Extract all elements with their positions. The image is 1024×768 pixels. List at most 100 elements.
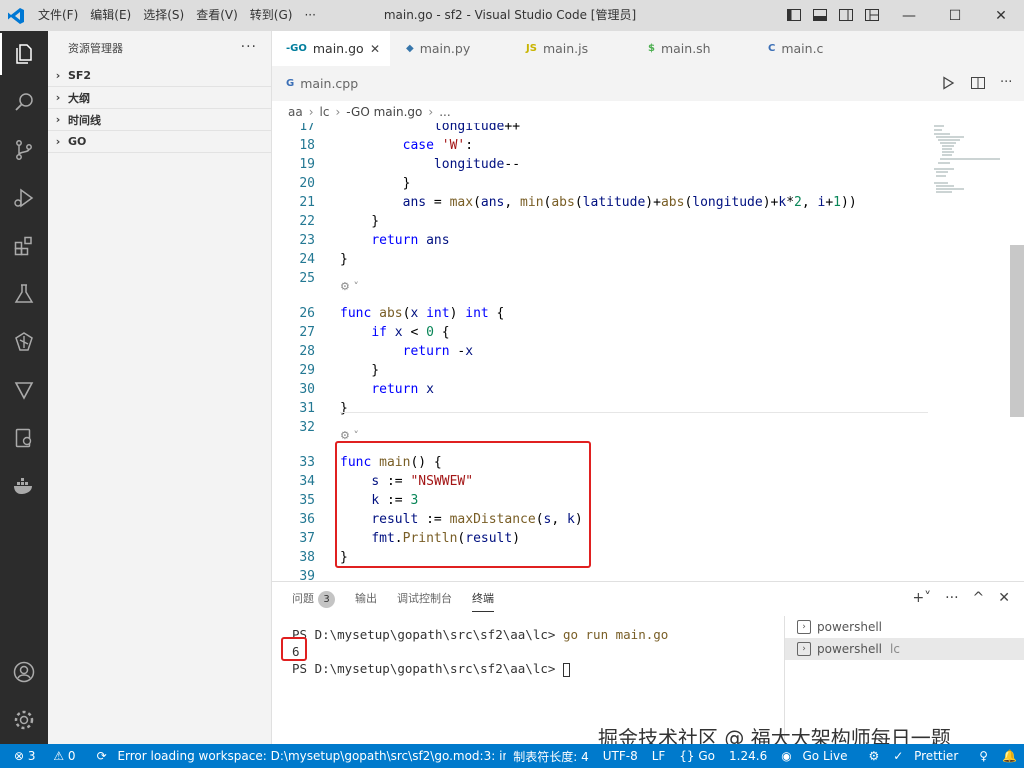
toggle-primary-sidebar-icon[interactable]	[786, 7, 802, 23]
source-control-icon[interactable]	[0, 129, 48, 171]
line-number: 26	[299, 306, 315, 321]
run-file-icon[interactable]	[940, 75, 956, 91]
status-prettier[interactable]: ✓ Prettier	[886, 749, 972, 763]
maximize-panel-icon[interactable]: ^	[973, 590, 985, 606]
section-timeline[interactable]: › 时间线	[48, 109, 271, 131]
tab-debug-console[interactable]: 调试控制台	[397, 590, 452, 612]
code-line[interactable]: }	[340, 252, 348, 267]
manage-gear-icon[interactable]	[0, 699, 48, 741]
tab-main-js[interactable]: JS main.js	[510, 31, 630, 66]
status-message[interactable]: ⟳ Error loading workspace: D:\mysetup\go…	[90, 749, 507, 763]
status-language[interactable]: {} Go	[672, 749, 722, 763]
editor-scrollbar[interactable]	[1010, 245, 1024, 417]
chevron-right-icon: ›	[55, 69, 61, 82]
code-line[interactable]: }	[340, 176, 411, 191]
line-number: 36	[299, 512, 315, 527]
accounts-icon[interactable]	[0, 651, 48, 693]
terminal-item[interactable]: › powershell lc	[785, 638, 1024, 660]
code-line[interactable]: ans = max(ans, min(abs(latitude)+abs(lon…	[340, 195, 857, 210]
tab-label: main.go	[312, 41, 364, 56]
menu-view[interactable]: 查看(V)	[190, 0, 244, 31]
status-copilot-icon[interactable]: ⚙	[861, 749, 886, 763]
code-line[interactable]: longitude--	[340, 157, 520, 172]
chevron-right-icon: ›	[55, 113, 61, 126]
section-sf2[interactable]: › SF2	[48, 65, 271, 87]
chevron-right-icon: ›	[55, 91, 61, 104]
new-terminal-icon[interactable]: +˅	[912, 590, 931, 606]
status-go-live[interactable]: ◉ Go Live	[774, 749, 861, 763]
remote-settings-icon[interactable]	[0, 417, 48, 459]
close-panel-icon[interactable]: ✕	[998, 590, 1010, 606]
testing-icon[interactable]	[0, 273, 48, 315]
menu-selection[interactable]: 选择(S)	[137, 0, 190, 31]
breadcrumb-item[interactable]: lc	[320, 105, 330, 119]
maximize-button[interactable]: ☐	[932, 0, 978, 31]
more-actions-button[interactable]: ···	[1000, 75, 1012, 91]
code-line[interactable]: case 'W':	[340, 138, 473, 153]
terminal-line: 6	[292, 644, 300, 659]
run-debug-icon[interactable]	[0, 177, 48, 219]
search-icon[interactable]	[0, 81, 48, 123]
tab-output[interactable]: 输出	[355, 590, 377, 612]
docker-icon[interactable]	[0, 465, 48, 507]
code-line[interactable]: }	[340, 401, 348, 416]
gitlens-icon[interactable]	[0, 321, 48, 363]
code-line[interactable]: func abs(x int) int {	[340, 306, 504, 321]
menu-edit[interactable]: 编辑(E)	[84, 0, 137, 31]
menu-go[interactable]: 转到(G)	[244, 0, 299, 31]
menu-bar: 文件(F) 编辑(E) 选择(S) 查看(V) 转到(G) ···	[32, 0, 322, 31]
close-tab-icon[interactable]: ✕	[370, 42, 380, 56]
extensions-icon[interactable]	[0, 225, 48, 267]
breadcrumb-item[interactable]: -GO main.go	[346, 105, 422, 119]
breadcrumb-item[interactable]: ...	[439, 105, 450, 119]
line-number: 20	[299, 176, 315, 191]
terminal-item[interactable]: › powershell	[785, 616, 1024, 638]
code-line[interactable]: }	[340, 214, 379, 229]
explorer-sidebar: 资源管理器 ··· › SF2 › 大纲 › 时间线 › GO	[48, 31, 272, 744]
tab-main-sh[interactable]: $ main.sh	[630, 31, 750, 66]
split-editor-icon[interactable]	[970, 75, 986, 91]
tab-terminal[interactable]: 终端	[472, 590, 494, 612]
status-feedback-icon[interactable]: ♀	[972, 749, 995, 763]
code-line[interactable]: return -x	[340, 344, 473, 359]
tab-main-go[interactable]: -GO main.go ✕	[272, 31, 390, 66]
tab-main-py[interactable]: ◆ main.py	[390, 31, 510, 66]
breadcrumb-item[interactable]: aa	[288, 105, 303, 119]
customize-layout-icon[interactable]	[864, 7, 880, 23]
codelens-icon[interactable]: ⚙ ˅	[340, 280, 359, 293]
status-go-version[interactable]: 1.24.6	[722, 749, 774, 763]
line-number: 29	[299, 363, 315, 378]
tab-main-c[interactable]: C main.c	[750, 31, 870, 66]
status-eol[interactable]: LF	[645, 749, 673, 763]
toggle-panel-icon[interactable]	[812, 7, 828, 23]
tab-problems[interactable]: 问题 3	[292, 590, 335, 612]
menu-file[interactable]: 文件(F)	[32, 0, 84, 31]
status-notifications-icon[interactable]: 🔔	[995, 749, 1024, 763]
tab-label: main.c	[781, 41, 824, 56]
status-encoding[interactable]: UTF-8	[596, 749, 645, 763]
more-actions-icon[interactable]: ···	[945, 590, 958, 606]
close-window-button[interactable]: ✕	[978, 0, 1024, 31]
go-file-icon: -GO	[286, 43, 307, 54]
code-line[interactable]: return ans	[340, 233, 449, 248]
terminal-output[interactable]: PS D:\mysetup\gopath\src\sf2\aa\lc> go r…	[292, 626, 668, 677]
explorer-icon[interactable]	[0, 33, 48, 75]
editor-tabs: -GO main.go ✕ ◆ main.py JS main.js $ mai…	[272, 31, 1024, 101]
line-number: 39	[299, 569, 315, 581]
status-tab-size[interactable]: 制表符长度: 4	[506, 748, 596, 765]
toggle-secondary-sidebar-icon[interactable]	[838, 7, 854, 23]
code-line[interactable]: return x	[340, 382, 434, 397]
section-go[interactable]: › GO	[48, 131, 271, 153]
sidebar-more-button[interactable]: ···	[241, 39, 257, 55]
code-line[interactable]: longitude++	[340, 123, 520, 134]
remote-explorer-icon[interactable]	[0, 369, 48, 411]
section-label: 大纲	[68, 91, 90, 105]
status-errors[interactable]: ⊗ 3 ⚠ 0	[0, 749, 90, 763]
tab-main-cpp[interactable]: G main.cpp	[272, 66, 392, 101]
panel-tabs: 问题 3 输出 调试控制台 终端	[292, 590, 494, 612]
code-line[interactable]: if x < 0 {	[340, 325, 449, 340]
minimap[interactable]	[930, 123, 1010, 223]
minimize-button[interactable]: —	[886, 0, 932, 31]
code-line[interactable]: }	[340, 363, 379, 378]
section-outline[interactable]: › 大纲	[48, 87, 271, 109]
